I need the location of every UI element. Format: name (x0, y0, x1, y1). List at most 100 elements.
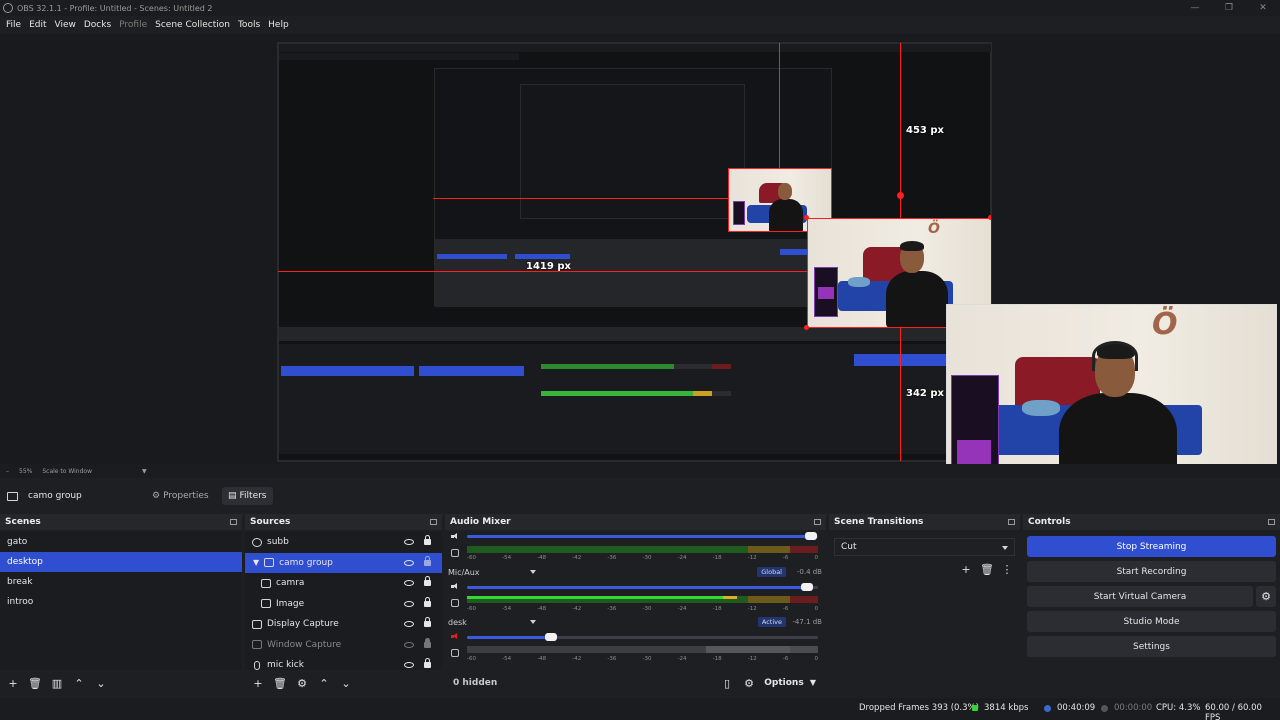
volume-knob[interactable] (545, 633, 558, 641)
add-scene-button[interactable]: + (4, 674, 22, 692)
expand-icon[interactable]: ▼ (253, 558, 259, 567)
resize-handle-bl[interactable] (804, 325, 809, 330)
scene-item-desktop[interactable]: desktop (0, 552, 242, 572)
minimize-icon[interactable]: — (1178, 0, 1212, 16)
source-item-selected[interactable]: ▼ camo group (245, 552, 442, 573)
lock-icon[interactable] (424, 596, 431, 607)
source-item[interactable]: Image (245, 594, 442, 615)
channel-settings-icon[interactable] (451, 599, 459, 607)
zoom-level[interactable]: 55% (19, 468, 32, 475)
properties-button[interactable]: ⚙ Properties (146, 487, 215, 505)
lock-icon[interactable] (424, 658, 431, 669)
menu-view[interactable]: View (51, 20, 80, 30)
lock-icon[interactable] (424, 555, 431, 566)
virtual-camera-settings-icon[interactable]: ⚙ (1256, 586, 1276, 607)
studio-mode-button[interactable]: Studio Mode (1027, 611, 1276, 632)
chevron-down-icon (1002, 546, 1008, 550)
undock-icon[interactable] (230, 519, 237, 525)
move-up-icon[interactable]: ⌃ (315, 674, 333, 692)
lock-icon[interactable] (424, 637, 431, 648)
remove-source-icon[interactable]: 🗑 (271, 674, 289, 692)
close-icon[interactable]: ✕ (1246, 0, 1280, 16)
guide-handle[interactable] (897, 192, 904, 199)
scene-item-introo[interactable]: introo (0, 592, 242, 612)
menu-profile[interactable]: Profile (115, 20, 151, 30)
move-down-icon[interactable]: ⌄ (337, 674, 355, 692)
lock-icon[interactable] (424, 617, 431, 628)
source-item[interactable]: mic kick (245, 655, 442, 670)
preview-area[interactable]: 453 px 1419 px 342 px Ӧ Ӧ (0, 34, 1280, 464)
remove-transition-icon[interactable]: 🗑 (978, 560, 996, 578)
start-virtual-camera-button[interactable]: Start Virtual Camera (1027, 586, 1253, 607)
chevron-down-icon[interactable]: ▼ (142, 468, 147, 475)
speaker-icon[interactable] (451, 583, 459, 590)
move-down-icon[interactable]: ⌄ (92, 674, 110, 692)
settings-button[interactable]: Settings (1027, 636, 1276, 657)
volume-knob[interactable] (801, 583, 814, 591)
move-up-icon[interactable]: ⌃ (70, 674, 88, 692)
layout-icon[interactable]: ▯ (718, 674, 736, 692)
undock-icon[interactable] (1008, 519, 1015, 525)
menu-help[interactable]: Help (264, 20, 293, 30)
chevron-down-icon[interactable] (530, 570, 536, 574)
volume-knob[interactable] (804, 532, 817, 540)
zoom-out-icon[interactable]: – (6, 468, 9, 475)
more-options-icon[interactable]: ⋮ (998, 560, 1016, 578)
source-item[interactable]: Display Capture (245, 614, 442, 635)
add-transition-button[interactable]: + (957, 560, 975, 578)
speaker-icon[interactable] (451, 533, 459, 540)
scene-item-break[interactable]: break (0, 572, 242, 592)
undock-icon[interactable] (430, 519, 437, 525)
channel-settings-icon[interactable] (451, 649, 459, 657)
visibility-icon[interactable] (404, 559, 414, 566)
speaker-muted-icon[interactable] (451, 633, 459, 640)
undock-icon[interactable] (814, 519, 821, 525)
channel-badge: Active (757, 617, 786, 627)
camera-overlay-large[interactable]: Ӧ (946, 304, 1277, 464)
volume-slider[interactable] (467, 633, 818, 641)
visibility-icon[interactable] (404, 600, 414, 607)
volume-slider[interactable] (467, 583, 818, 591)
menu-tools[interactable]: Tools (234, 20, 264, 30)
channel-db: -47.1 dB (792, 618, 822, 626)
scene-filters-icon[interactable]: ▥ (48, 674, 66, 692)
transition-select[interactable]: Cut (834, 538, 1015, 556)
lock-icon[interactable] (424, 535, 431, 546)
source-item[interactable]: camra (245, 573, 442, 594)
options-button[interactable]: Options ▼ (764, 678, 816, 688)
nested-selection-2 (515, 254, 570, 259)
scale-mode[interactable]: Scale to Window (42, 468, 92, 475)
preview-canvas[interactable]: 453 px 1419 px 342 px Ӧ (277, 42, 992, 462)
image-icon (261, 599, 271, 609)
remove-scene-icon[interactable]: 🗑 (26, 674, 44, 692)
fps: 60.00 / 60.00 FPS (1205, 703, 1262, 720)
channel-settings-icon[interactable] (451, 549, 459, 557)
controls-header: Controls (1023, 514, 1280, 530)
volume-slider[interactable] (467, 532, 818, 540)
add-source-button[interactable]: + (249, 674, 267, 692)
resize-handle-tl[interactable] (804, 215, 809, 220)
selected-source-name: camo group (28, 491, 82, 501)
resize-handle-tr[interactable] (988, 215, 991, 220)
visibility-hidden-icon[interactable] (404, 641, 414, 648)
source-item[interactable]: subb (245, 532, 442, 553)
stop-streaming-button[interactable]: Stop Streaming (1027, 536, 1276, 557)
hidden-count[interactable]: 0 hidden (453, 678, 497, 688)
source-item[interactable]: Window Capture (245, 635, 442, 656)
cpu-usage: CPU: 4.3% (1156, 703, 1201, 713)
lock-icon[interactable] (424, 576, 431, 587)
maximize-icon[interactable]: ❐ (1212, 0, 1246, 16)
scene-item-gato[interactable]: gato (0, 532, 242, 552)
nested-menubar (279, 53, 519, 60)
start-recording-button[interactable]: Start Recording (1027, 561, 1276, 582)
undock-icon[interactable] (1268, 519, 1275, 525)
menu-scene-collection[interactable]: Scene Collection (151, 20, 234, 30)
source-properties-icon[interactable]: ⚙ (293, 674, 311, 692)
menu-docks[interactable]: Docks (80, 20, 115, 30)
filters-button[interactable]: ▤ Filters (222, 487, 273, 505)
chevron-down-icon[interactable] (530, 620, 536, 624)
menu-edit[interactable]: Edit (25, 20, 50, 30)
advanced-audio-icon[interactable]: ⚙ (740, 674, 758, 692)
gear-icon: ⚙ (152, 491, 161, 501)
menu-file[interactable]: File (2, 20, 25, 30)
